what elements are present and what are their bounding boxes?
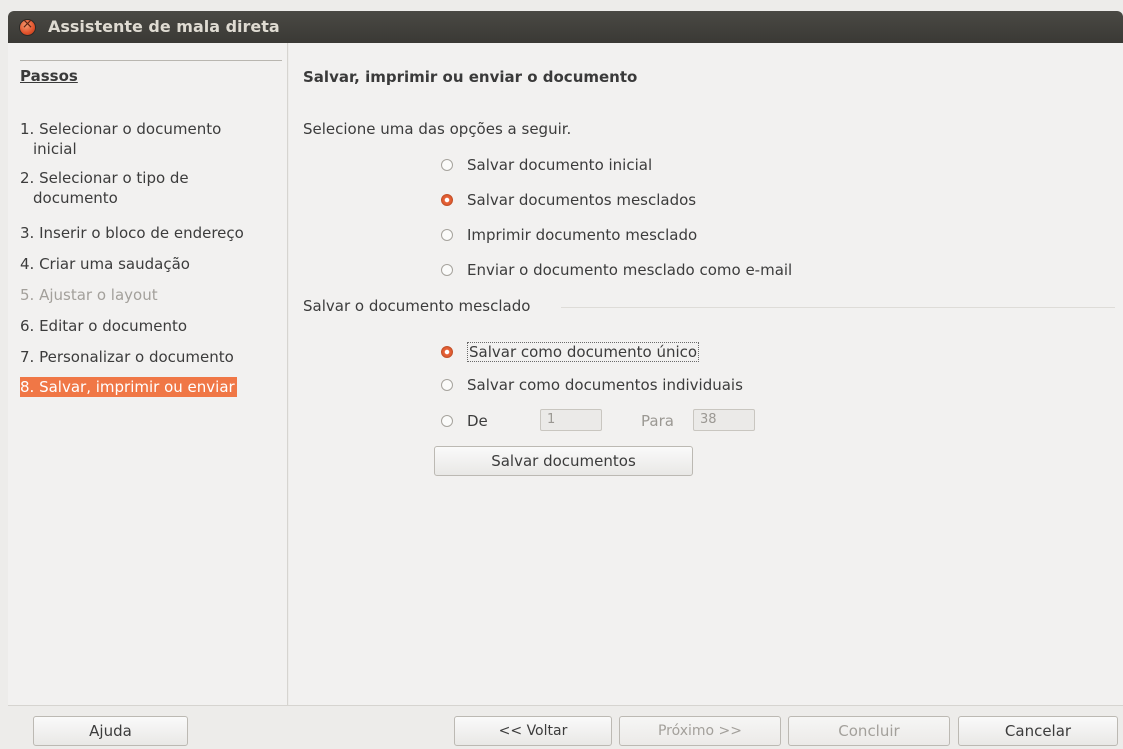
- instruction-text: Selecione uma das opções a seguir.: [303, 120, 572, 138]
- step-2[interactable]: 2. Selecionar o tipo de documento: [20, 168, 282, 208]
- range-from-label: De: [467, 412, 488, 430]
- finish-button: Concluir: [788, 716, 950, 746]
- option-range[interactable]: De: [441, 410, 488, 432]
- merged-section-label: Salvar o documento mesclado: [303, 297, 531, 315]
- range-to-label: Para: [641, 412, 674, 430]
- range-from-input[interactable]: 1: [540, 409, 602, 431]
- window-titlebar: Assistente de mala direta: [8, 11, 1123, 43]
- option-print-merged[interactable]: Imprimir documento mesclado: [441, 224, 697, 246]
- cancel-button[interactable]: Cancelar: [958, 716, 1118, 746]
- option-send-email[interactable]: Enviar o documento mesclado como e-mail: [441, 259, 792, 281]
- radio-icon[interactable]: [441, 264, 453, 276]
- close-icon[interactable]: [20, 16, 35, 35]
- step-1-label-line2: inicial: [33, 140, 77, 158]
- step-4[interactable]: 4. Criar uma saudação: [20, 254, 282, 274]
- step-8-active[interactable]: 8. Salvar, imprimir ou enviar: [20, 377, 237, 397]
- radio-checked-icon[interactable]: [441, 346, 453, 358]
- sidebar-divider: [20, 60, 282, 61]
- radio-icon[interactable]: [441, 379, 453, 391]
- help-button[interactable]: Ajuda: [33, 716, 188, 746]
- option-save-merged-label: Salvar documentos mesclados: [467, 191, 697, 209]
- section-divider: [561, 307, 1115, 308]
- steps-title: Passos: [20, 67, 78, 85]
- option-send-email-label: Enviar o documento mesclado como e-mail: [467, 261, 793, 279]
- step-7[interactable]: 7. Personalizar o documento: [20, 347, 282, 367]
- step-2-label-line2: documento: [33, 189, 118, 207]
- page-title: Salvar, imprimir ou enviar o documento: [303, 68, 638, 86]
- step-1-label-line1: 1. Selecionar o documento: [20, 120, 222, 138]
- option-save-initial-label: Salvar documento inicial: [467, 156, 653, 174]
- step-3[interactable]: 3. Inserir o bloco de endereço: [20, 223, 282, 243]
- option-print-merged-label: Imprimir documento mesclado: [467, 226, 698, 244]
- step-2-label-line1: 2. Selecionar o tipo de: [20, 169, 189, 187]
- step-1[interactable]: 1. Selecionar o documento inicial: [20, 119, 282, 159]
- next-button: Próximo >>: [619, 716, 781, 746]
- radio-icon[interactable]: [441, 159, 453, 171]
- footer-divider: [8, 705, 1123, 706]
- radio-icon[interactable]: [441, 229, 453, 241]
- option-save-initial[interactable]: Salvar documento inicial: [441, 154, 652, 176]
- window-title: Assistente de mala direta: [48, 17, 280, 36]
- step-6[interactable]: 6. Editar o documento: [20, 316, 282, 336]
- radio-checked-icon[interactable]: [441, 194, 453, 206]
- steps-sidebar: Passos 1. Selecionar o documento inicial…: [8, 43, 288, 705]
- option-individual-documents-label: Salvar como documentos individuais: [467, 376, 743, 394]
- save-documents-button[interactable]: Salvar documentos: [434, 446, 693, 476]
- option-save-merged[interactable]: Salvar documentos mesclados: [441, 189, 696, 211]
- radio-icon[interactable]: [441, 415, 453, 427]
- option-individual-documents[interactable]: Salvar como documentos individuais: [441, 374, 743, 396]
- step-5: 5. Ajustar o layout: [20, 286, 158, 304]
- step-content: Salvar, imprimir ou enviar o documento S…: [289, 43, 1123, 705]
- range-to-input[interactable]: 38: [693, 409, 755, 431]
- option-single-document-label: Salvar como documento único: [467, 342, 700, 362]
- back-button[interactable]: << Voltar: [454, 716, 612, 746]
- option-single-document[interactable]: Salvar como documento único: [441, 341, 700, 363]
